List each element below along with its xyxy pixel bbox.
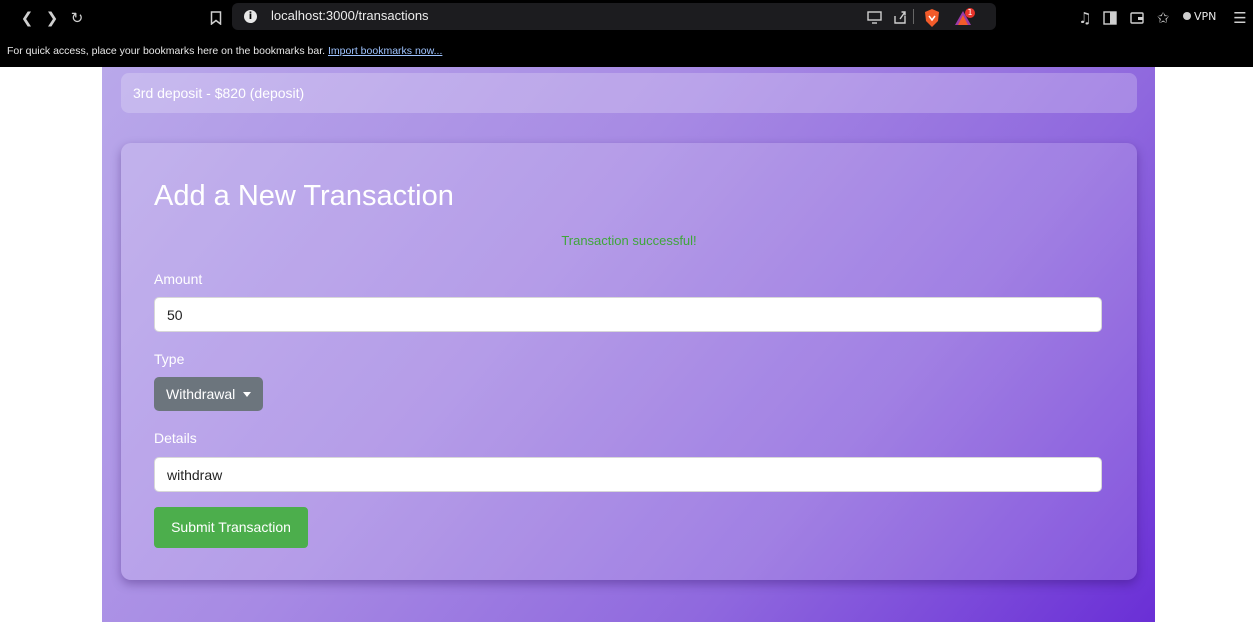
reload-icon[interactable]: ↻ bbox=[68, 9, 86, 27]
url-text[interactable]: localhost:3000/transactions bbox=[271, 8, 429, 23]
share-icon[interactable] bbox=[891, 8, 909, 26]
vpn-icon bbox=[1183, 12, 1191, 20]
address-bar[interactable]: i localhost:3000/transactions 1 bbox=[232, 3, 996, 30]
back-icon[interactable]: ❮ bbox=[18, 9, 36, 27]
form-title: Add a New Transaction bbox=[154, 180, 454, 212]
amount-label: Amount bbox=[154, 271, 203, 287]
status-message: Transaction successful! bbox=[561, 233, 697, 248]
vpn-button[interactable]: VPN bbox=[1183, 10, 1216, 23]
transaction-list-item: 3rd deposit - $820 (deposit) bbox=[121, 73, 1137, 113]
type-selected-value: Withdrawal bbox=[166, 386, 236, 402]
app-container: 3rd deposit - $820 (deposit) Add a New T… bbox=[102, 67, 1155, 622]
browser-toolbar: ❮ ❯ ↻ i localhost:3000/transactions 1 ♫ … bbox=[0, 0, 1253, 36]
notification-count: 1 bbox=[967, 8, 973, 17]
bookmark-icon[interactable] bbox=[207, 9, 225, 27]
bookmarks-star-icon[interactable]: ✩ bbox=[1154, 9, 1172, 27]
forward-icon[interactable]: ❯ bbox=[43, 9, 61, 27]
brave-shields-icon[interactable] bbox=[922, 8, 942, 28]
cast-icon[interactable] bbox=[865, 8, 883, 26]
amount-input[interactable] bbox=[154, 297, 1102, 332]
sidebar-icon[interactable] bbox=[1101, 9, 1119, 27]
caret-down-icon bbox=[243, 392, 251, 397]
bookmarks-bar-message: For quick access, place your bookmarks h… bbox=[7, 45, 326, 57]
vpn-label: VPN bbox=[1194, 10, 1217, 23]
new-transaction-card: Add a New Transaction Transaction succes… bbox=[121, 143, 1137, 580]
type-dropdown[interactable]: Withdrawal bbox=[154, 377, 263, 411]
bookmarks-bar: For quick access, place your bookmarks h… bbox=[0, 36, 1253, 67]
submit-transaction-button[interactable]: Submit Transaction bbox=[154, 507, 308, 548]
info-icon[interactable]: i bbox=[244, 10, 257, 23]
music-icon[interactable]: ♫ bbox=[1076, 9, 1094, 27]
address-bar-divider bbox=[913, 9, 914, 24]
wallet-icon[interactable] bbox=[1128, 9, 1146, 27]
brave-rewards-icon[interactable]: 1 bbox=[954, 8, 975, 28]
details-label: Details bbox=[154, 430, 197, 446]
details-input[interactable] bbox=[154, 457, 1102, 492]
menu-icon[interactable]: ☰ bbox=[1231, 9, 1249, 27]
type-label: Type bbox=[154, 351, 185, 367]
import-bookmarks-link[interactable]: Import bookmarks now... bbox=[328, 45, 442, 57]
page-viewport: 3rd deposit - $820 (deposit) Add a New T… bbox=[0, 67, 1253, 622]
